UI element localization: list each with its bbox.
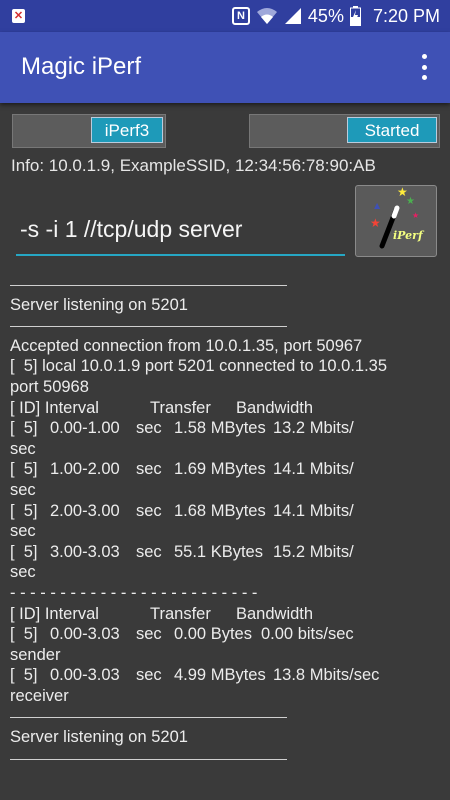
log-row: [ 5] 2.00-3.00 sec 1.68 MBytes 14.1 Mbit… [10, 501, 440, 542]
server-start-label: Started [347, 117, 437, 143]
log-row: [ 5] 1.00-2.00 sec 1.69 MBytes 14.1 Mbit… [10, 459, 440, 500]
row-wrap: receiver [10, 686, 69, 705]
row-unit: sec [136, 542, 162, 561]
svg-text:★: ★ [370, 216, 381, 230]
row-transfer: 1.69 MBytes [174, 460, 266, 479]
row-wrap: sec [10, 522, 36, 541]
notification-icon: ✕ [12, 9, 25, 23]
row-wrap: sec [10, 563, 36, 582]
row-interval: 0.00-3.03 [50, 625, 120, 644]
log-table-header: [ ID] Interval Transfer Bandwidth [10, 604, 440, 625]
header-transfer: Transfer [150, 604, 211, 623]
row-transfer: 0.00 Bytes [174, 625, 252, 644]
row-unit: sec [136, 625, 162, 644]
row-bandwidth: 13.2 Mbits/ [273, 419, 354, 438]
row-id: [ 5] [10, 542, 38, 561]
overflow-menu-icon[interactable] [422, 54, 428, 80]
row-interval: 0.00-1.00 [50, 419, 120, 438]
command-input[interactable]: -s -i 1 //tcp/udp server [16, 216, 345, 256]
iperf-version-label: iPerf3 [91, 117, 163, 143]
log-line: Server listening on 5201 [10, 295, 188, 314]
row-id: [ 5] [10, 419, 38, 438]
row-bandwidth: 14.1 Mbits/ [273, 460, 354, 479]
separator-line [10, 274, 440, 295]
iperf-version-toggle[interactable]: iPerf3 [12, 114, 166, 148]
row-id: [ 5] [10, 460, 38, 479]
row-interval: 3.00-3.03 [50, 542, 120, 561]
row-interval: 0.00-3.03 [50, 666, 120, 685]
magic-wand-icon: ★ ★ ★ ▲ ★ iPerf [370, 185, 425, 249]
dashed-separator: - - - - - - - - - - - - - - - - - - - - … [10, 583, 258, 602]
log-row: [ 5] 0.00-1.00 sec 1.58 MBytes 13.2 Mbit… [10, 418, 440, 459]
row-transfer: 1.68 MBytes [174, 501, 266, 520]
log-line: [ 5] local 10.0.1.9 port 5201 connected … [10, 357, 388, 376]
log-table-header: [ ID] Interval Transfer Bandwidth [10, 398, 440, 419]
header-id-interval: [ ID] Interval [10, 604, 99, 623]
log-line: Server listening on 5201 [10, 728, 188, 747]
run-button-label: iPerf [393, 229, 425, 242]
log-line: port 50968 [10, 377, 89, 396]
log-row: [ 5] 3.00-3.03 sec 55.1 KBytes 15.2 Mbit… [10, 542, 440, 583]
status-bar: ✕ N 45% 7:20 PM [0, 0, 450, 32]
summary-row-receiver: [ 5] 0.00-3.03 sec 4.99 MBytes 13.8 Mbit… [10, 665, 440, 706]
separator-line [10, 748, 440, 769]
wifi-icon [256, 8, 277, 24]
log-line: Accepted connection from 10.0.1.35, port… [10, 336, 363, 355]
svg-text:★: ★ [406, 196, 415, 207]
output-log: Server listening on 5201 Accepted connec… [10, 274, 440, 768]
nfc-icon: N [231, 7, 250, 25]
header-bandwidth: Bandwidth [236, 604, 314, 623]
row-unit: sec [136, 666, 162, 685]
row-transfer: 1.58 MBytes [174, 419, 266, 438]
row-unit: sec [136, 419, 162, 438]
row-transfer: 4.99 MBytes [174, 666, 266, 685]
row-unit: sec [136, 460, 162, 479]
battery-percent: 45% [307, 5, 344, 26]
row-interval: 2.00-3.00 [50, 501, 120, 520]
header-id-interval: [ ID] Interval [10, 398, 99, 417]
row-wrap: sec [10, 439, 36, 458]
app-bar: Magic iPerf [0, 32, 450, 103]
svg-text:★: ★ [412, 211, 419, 220]
row-bandwidth: 0.00 bits/sec [261, 625, 354, 644]
row-id: [ 5] [10, 625, 38, 644]
row-bandwidth: 15.2 Mbits/ [273, 542, 354, 561]
server-start-toggle[interactable]: Started [249, 114, 440, 148]
app-title: Magic iPerf [21, 53, 142, 80]
battery-icon [349, 6, 361, 26]
header-transfer: Transfer [150, 398, 211, 417]
signal-icon [284, 8, 301, 24]
header-bandwidth: Bandwidth [236, 398, 314, 417]
row-id: [ 5] [10, 666, 38, 685]
row-wrap: sender [10, 645, 61, 664]
row-unit: sec [136, 501, 162, 520]
separator-line [10, 315, 440, 336]
network-info: Info: 10.0.1.9, ExampleSSID, 12:34:56:78… [11, 156, 376, 175]
row-wrap: sec [10, 480, 36, 499]
summary-row-sender: [ 5] 0.00-3.03 sec 0.00 Bytes 0.00 bits/… [10, 624, 440, 665]
row-bandwidth: 13.8 Mbits/sec [273, 666, 380, 685]
row-transfer: 55.1 KBytes [174, 542, 263, 561]
clock: 7:20 PM [372, 5, 440, 26]
row-id: [ 5] [10, 501, 38, 520]
separator-line [10, 706, 440, 727]
row-interval: 1.00-2.00 [50, 460, 120, 479]
run-iperf-button[interactable]: ★ ★ ★ ▲ ★ iPerf [355, 185, 437, 257]
svg-text:▲: ▲ [374, 201, 381, 210]
row-bandwidth: 14.1 Mbits/ [273, 501, 354, 520]
